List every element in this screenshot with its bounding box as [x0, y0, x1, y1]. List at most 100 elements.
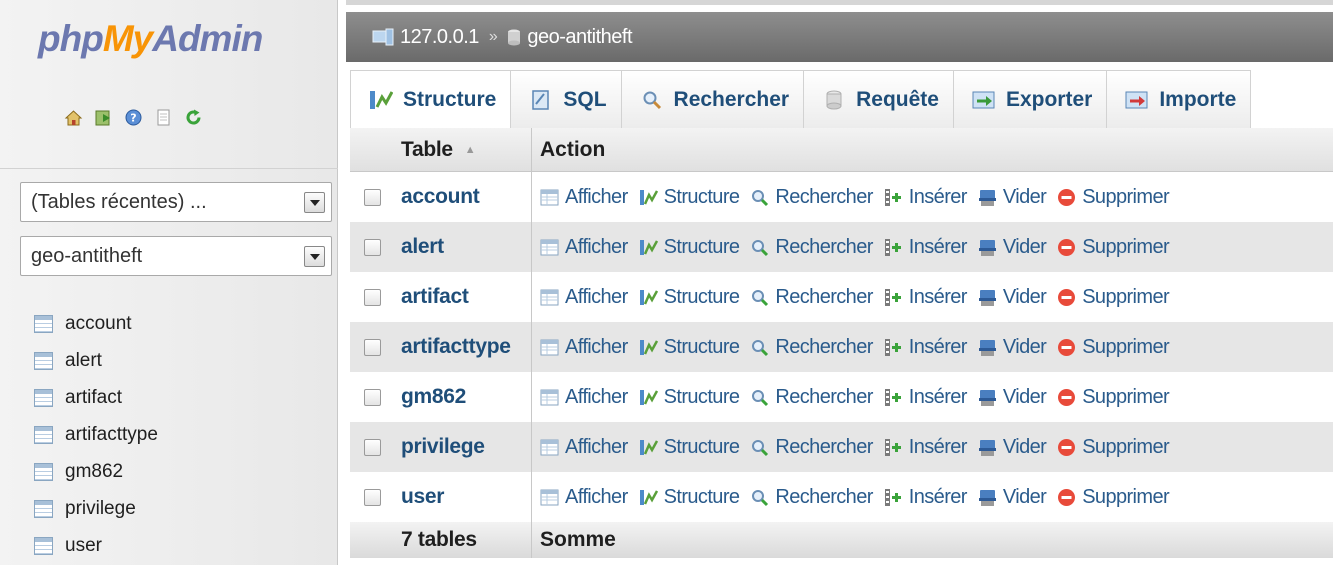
browse-link[interactable]: Afficher	[540, 486, 628, 509]
tab-export[interactable]: Exporter	[953, 70, 1108, 128]
action-label[interactable]: Insérer	[909, 336, 968, 359]
recent-tables-select[interactable]: (Tables récentes) ...	[20, 182, 332, 222]
sidebar-item-privilege[interactable]: privilege	[34, 490, 158, 527]
search-link[interactable]: Rechercher	[750, 236, 873, 259]
empty-link[interactable]: Vider	[978, 436, 1047, 459]
action-label[interactable]: Supprimer	[1082, 386, 1169, 409]
column-header-table[interactable]: Table ▲	[395, 138, 531, 162]
phpmyadmin-logo[interactable]: phpMyAdmin	[38, 18, 263, 60]
row-checkbox[interactable]	[364, 488, 381, 506]
search-link[interactable]: Rechercher	[750, 386, 873, 409]
breadcrumb-server[interactable]: 127.0.0.1	[400, 12, 479, 62]
reload-icon[interactable]	[184, 108, 203, 127]
insert-link[interactable]: Insérer	[884, 386, 967, 409]
drop-link[interactable]: Supprimer	[1057, 336, 1170, 359]
action-label[interactable]: Insérer	[909, 286, 968, 309]
action-label[interactable]: Afficher	[565, 386, 628, 409]
table-icon[interactable]	[34, 462, 53, 481]
sidebar-item-alert[interactable]: alert	[34, 342, 158, 379]
table-name-link[interactable]: account	[395, 185, 531, 209]
action-label[interactable]: Vider	[1003, 336, 1047, 359]
action-label[interactable]: Vider	[1003, 386, 1047, 409]
table-icon[interactable]	[34, 388, 53, 407]
sidebar-item-artifacttype[interactable]: artifacttype	[34, 416, 158, 453]
action-label[interactable]: Afficher	[565, 236, 628, 259]
action-label[interactable]: Afficher	[565, 436, 628, 459]
table-icon[interactable]	[34, 314, 53, 333]
search-link[interactable]: Rechercher	[750, 436, 873, 459]
sidebar-item-account[interactable]: account	[34, 305, 158, 342]
drop-link[interactable]: Supprimer	[1057, 236, 1170, 259]
browse-link[interactable]: Afficher	[540, 386, 628, 409]
search-link[interactable]: Rechercher	[750, 486, 873, 509]
drop-link[interactable]: Supprimer	[1057, 286, 1170, 309]
action-label[interactable]: Rechercher	[775, 386, 873, 409]
row-checkbox[interactable]	[364, 388, 381, 406]
table-name-link[interactable]: alert	[395, 235, 531, 259]
action-label[interactable]: Supprimer	[1082, 186, 1169, 209]
documentation-icon[interactable]	[154, 108, 173, 127]
help-icon[interactable]: ?	[124, 108, 143, 127]
action-label[interactable]: Afficher	[565, 336, 628, 359]
tab-search[interactable]: Rechercher	[621, 70, 805, 128]
search-link[interactable]: Rechercher	[750, 336, 873, 359]
action-label[interactable]: Insérer	[909, 386, 968, 409]
action-label[interactable]: Vider	[1003, 436, 1047, 459]
empty-link[interactable]: Vider	[978, 486, 1047, 509]
sql-query-icon[interactable]	[94, 108, 113, 127]
drop-link[interactable]: Supprimer	[1057, 186, 1170, 209]
action-label[interactable]: Structure	[664, 186, 740, 209]
action-label[interactable]: Supprimer	[1082, 336, 1169, 359]
drop-link[interactable]: Supprimer	[1057, 436, 1170, 459]
browse-link[interactable]: Afficher	[540, 186, 628, 209]
structure-link[interactable]: Structure	[639, 386, 740, 409]
action-label[interactable]: Supprimer	[1082, 286, 1169, 309]
chevron-down-icon[interactable]	[304, 192, 325, 213]
action-label[interactable]: Vider	[1003, 236, 1047, 259]
action-label[interactable]: Rechercher	[775, 286, 873, 309]
action-label[interactable]: Afficher	[565, 186, 628, 209]
home-icon[interactable]	[64, 108, 83, 127]
action-label[interactable]: Insérer	[909, 486, 968, 509]
row-checkbox[interactable]	[364, 338, 381, 356]
browse-link[interactable]: Afficher	[540, 436, 628, 459]
insert-link[interactable]: Insérer	[884, 236, 967, 259]
action-label[interactable]: Vider	[1003, 286, 1047, 309]
table-icon[interactable]	[34, 425, 53, 444]
row-checkbox[interactable]	[364, 438, 381, 456]
action-label[interactable]: Afficher	[565, 486, 628, 509]
structure-link[interactable]: Structure	[639, 186, 740, 209]
insert-link[interactable]: Insérer	[884, 486, 967, 509]
search-link[interactable]: Rechercher	[750, 286, 873, 309]
insert-link[interactable]: Insérer	[884, 286, 967, 309]
action-label[interactable]: Insérer	[909, 236, 968, 259]
table-name-link[interactable]: privilege	[395, 435, 531, 459]
table-name-link[interactable]: artifact	[395, 285, 531, 309]
action-label[interactable]: Vider	[1003, 486, 1047, 509]
action-label[interactable]: Rechercher	[775, 436, 873, 459]
structure-link[interactable]: Structure	[639, 336, 740, 359]
drop-link[interactable]: Supprimer	[1057, 486, 1170, 509]
row-checkbox[interactable]	[364, 188, 381, 206]
empty-link[interactable]: Vider	[978, 186, 1047, 209]
breadcrumb-database[interactable]: geo-antitheft	[527, 12, 632, 62]
chevron-down-icon[interactable]	[304, 246, 325, 267]
action-label[interactable]: Vider	[1003, 186, 1047, 209]
table-icon[interactable]	[34, 499, 53, 518]
tab-structure[interactable]: Structure	[350, 70, 512, 128]
action-label[interactable]: Structure	[664, 286, 740, 309]
action-label[interactable]: Structure	[664, 436, 740, 459]
action-label[interactable]: Supprimer	[1082, 486, 1169, 509]
action-label[interactable]: Structure	[664, 386, 740, 409]
structure-link[interactable]: Structure	[639, 486, 740, 509]
action-label[interactable]: Rechercher	[775, 186, 873, 209]
drop-link[interactable]: Supprimer	[1057, 386, 1170, 409]
row-checkbox[interactable]	[364, 238, 381, 256]
table-icon[interactable]	[34, 536, 53, 555]
table-icon[interactable]	[34, 351, 53, 370]
empty-link[interactable]: Vider	[978, 286, 1047, 309]
action-label[interactable]: Structure	[664, 336, 740, 359]
empty-link[interactable]: Vider	[978, 336, 1047, 359]
insert-link[interactable]: Insérer	[884, 436, 967, 459]
sidebar-item-user[interactable]: user	[34, 527, 158, 564]
